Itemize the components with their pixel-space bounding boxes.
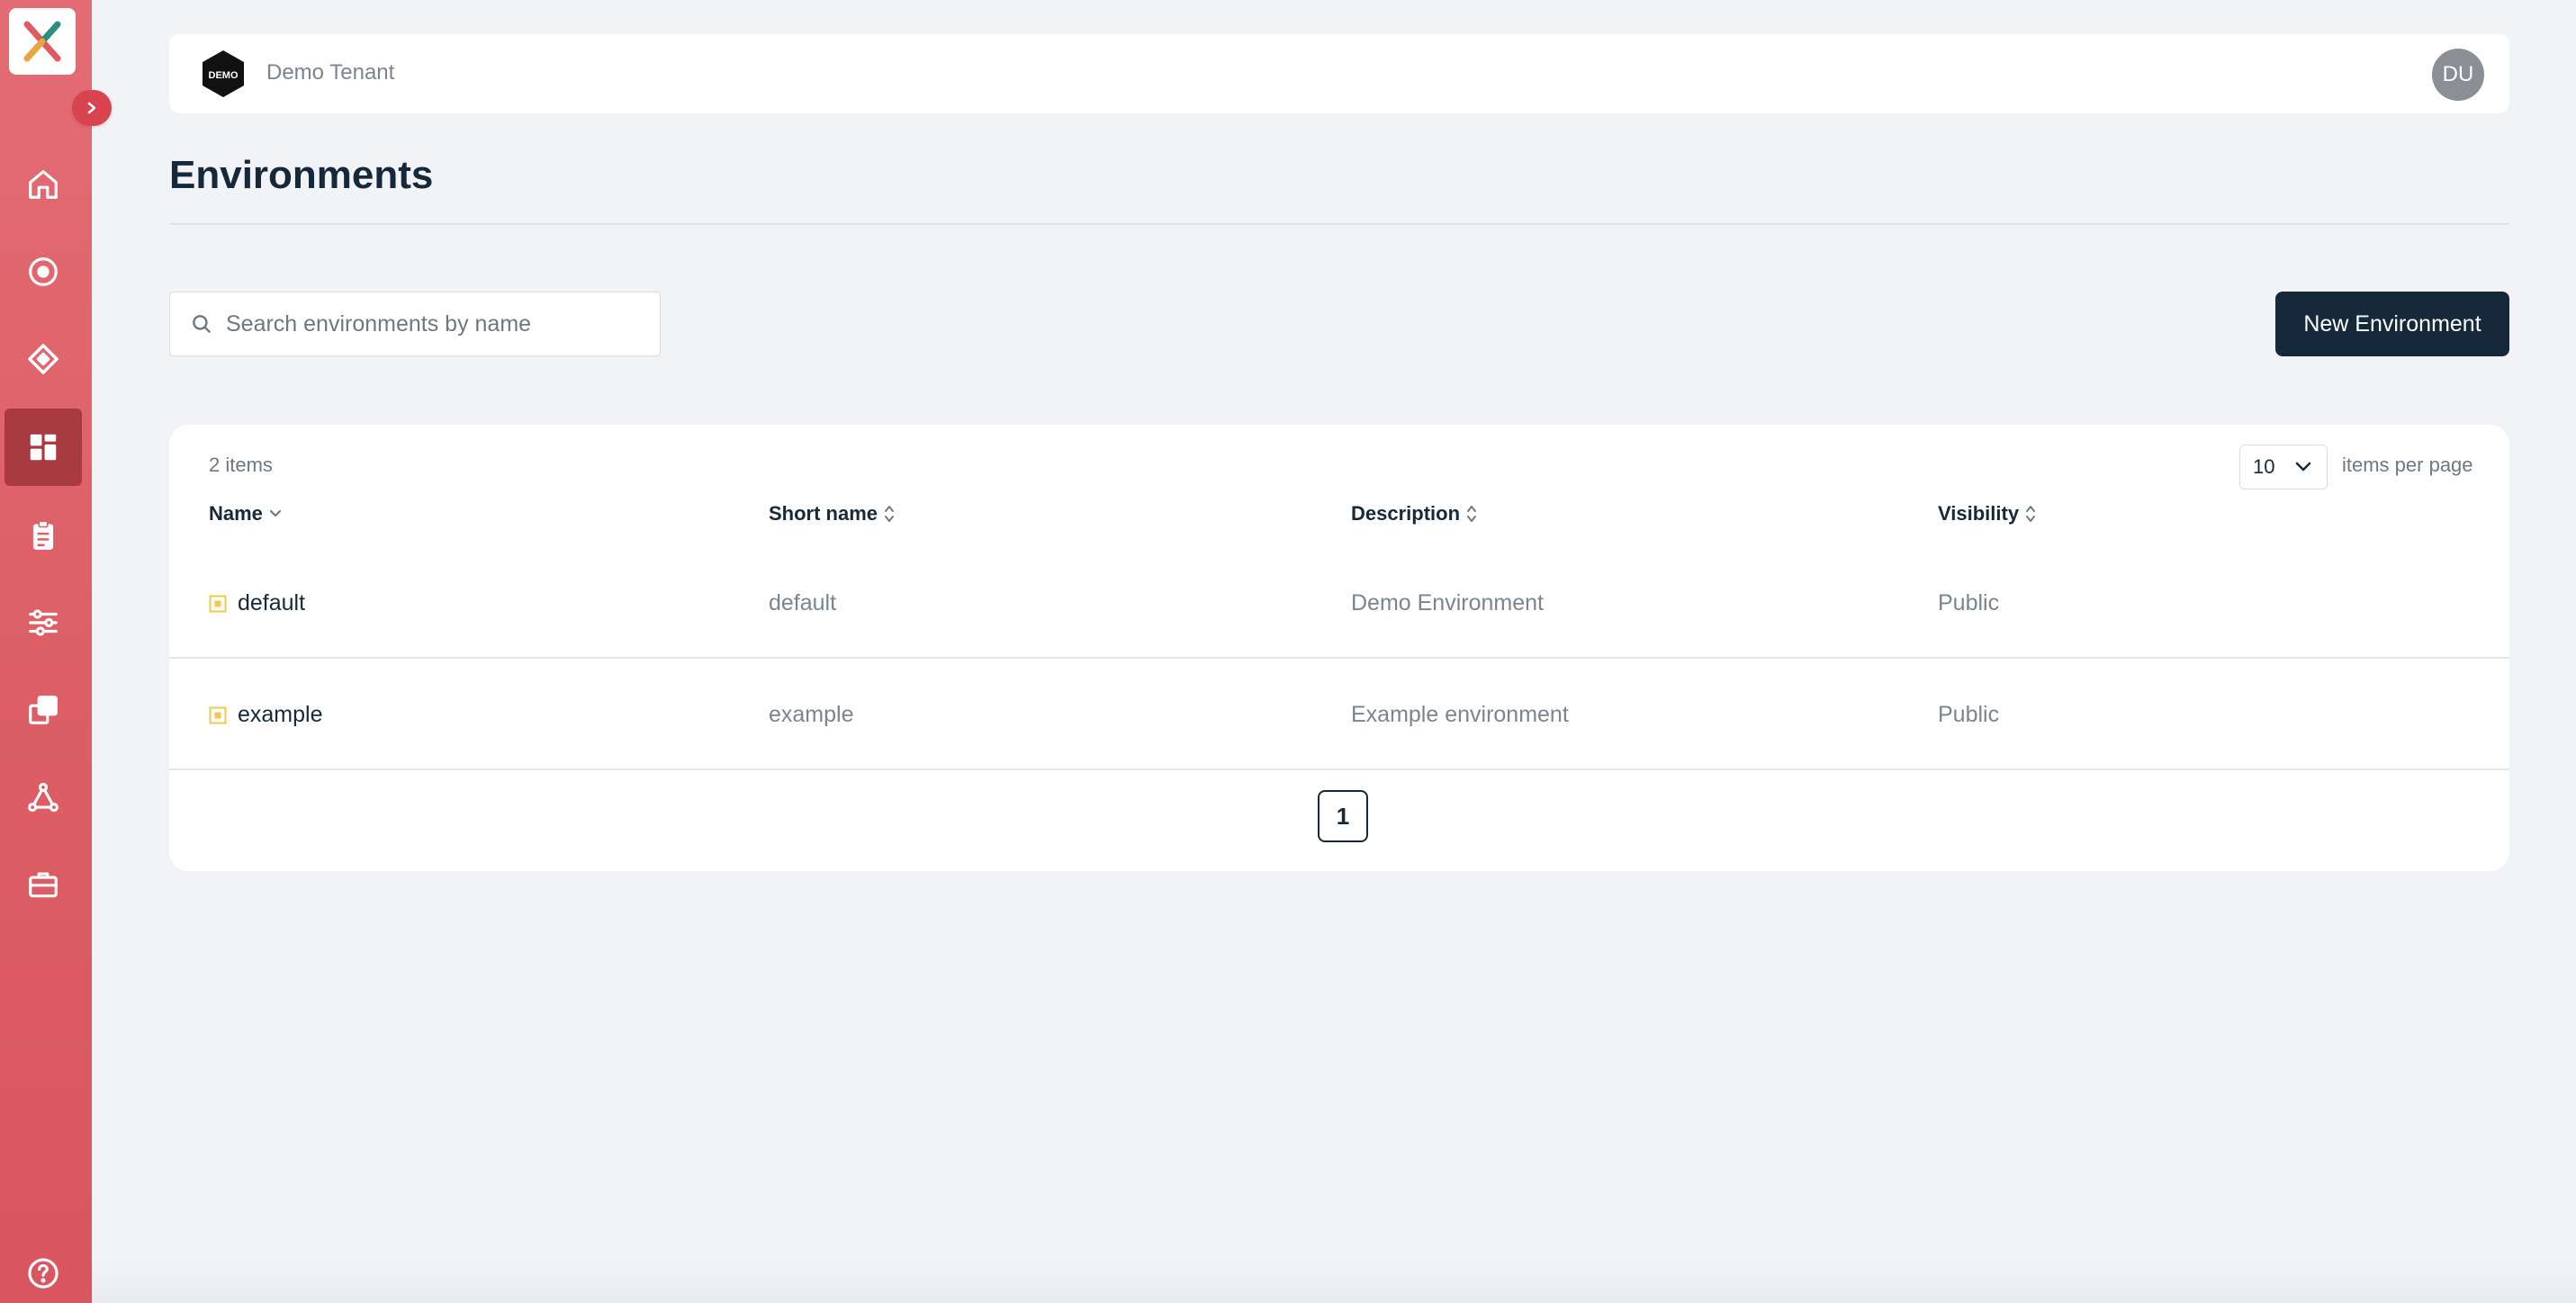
search-icon [193, 315, 211, 333]
chevron-right-icon [87, 102, 96, 114]
column-header-label: Name [209, 502, 263, 525]
visibility-cell: Public [1938, 590, 2000, 616]
nav-diamond[interactable] [5, 320, 82, 398]
toolbox-icon [29, 872, 58, 898]
nav-clipboard[interactable] [5, 497, 82, 574]
environment-icon [209, 595, 227, 612]
search-input[interactable] [226, 310, 640, 337]
sort-icon [1467, 506, 1477, 522]
diamond-icon [28, 344, 59, 374]
title-divider [169, 223, 2509, 225]
dashboard-grid-icon [30, 434, 57, 461]
nav-layers[interactable] [5, 671, 82, 749]
description-cell: Demo Environment [1351, 590, 1544, 616]
column-header-label: Description [1351, 502, 1461, 525]
tenant-logo[interactable]: DEMO [198, 49, 248, 99]
short-name-cell: default [769, 590, 837, 616]
app-logo[interactable] [9, 8, 76, 75]
new-environment-button[interactable]: New Environment [2275, 292, 2509, 356]
bottom-fade [92, 1260, 2576, 1303]
sliders-icon [29, 609, 58, 636]
column-header-visibility[interactable]: Visibility [1938, 502, 2037, 526]
environment-name: example [238, 702, 323, 727]
item-count: 2 items [209, 454, 273, 476]
visibility-cell: Public [1938, 702, 2000, 727]
column-header-description[interactable]: Description [1351, 502, 1478, 526]
sort-icon [885, 506, 895, 522]
nav-home[interactable] [5, 146, 82, 223]
per-page-select[interactable]: 10 [2239, 445, 2328, 490]
target-icon [29, 257, 58, 286]
environments-table: 2 items 10 items per page Name Short nam… [169, 425, 2509, 871]
network-icon [28, 782, 59, 813]
search-field[interactable] [169, 292, 661, 356]
nav-network[interactable] [5, 759, 82, 836]
home-icon [29, 170, 58, 199]
nav-environments[interactable] [5, 409, 82, 486]
per-page-label: items per page [2342, 454, 2473, 476]
tenant-name[interactable]: Demo Tenant [266, 60, 394, 85]
description-cell: Example environment [1351, 702, 1569, 727]
column-header-short-name[interactable]: Short name [769, 502, 896, 526]
user-avatar[interactable]: DU [2432, 49, 2484, 101]
pagination-page-button[interactable]: 1 [1318, 790, 1368, 842]
column-header-name[interactable]: Name [209, 502, 283, 526]
top-header: DEMO Demo Tenant DU [169, 34, 2509, 113]
environment-icon [209, 706, 227, 723]
logo-icon [23, 21, 61, 62]
chevron-down-icon [2295, 462, 2311, 472]
tenant-logo-text: DEMO [209, 70, 239, 81]
page-title: Environments [169, 153, 434, 197]
table-row[interactable]: default default Demo Environment Public [169, 549, 2509, 659]
column-header-label: Short name [769, 502, 878, 525]
column-header-label: Visibility [1938, 502, 2020, 525]
environment-name-cell[interactable]: example [209, 702, 323, 728]
environment-name: default [238, 590, 306, 616]
sort-descending-icon [269, 509, 282, 517]
clipboard-icon [32, 520, 54, 550]
sidebar-expand-button[interactable] [72, 90, 112, 126]
nav-target[interactable] [5, 233, 82, 310]
sidebar [0, 0, 92, 1303]
environment-name-cell[interactable]: default [209, 590, 305, 616]
table-row[interactable]: example example Example environment Publ… [169, 660, 2509, 770]
tenant-hexagon-icon: DEMO [203, 50, 244, 97]
nav-help[interactable] [5, 1235, 82, 1303]
sort-icon [2026, 506, 2036, 522]
per-page-value: 10 [2253, 455, 2275, 478]
nav-settings[interactable] [5, 584, 82, 661]
nav-toolbox[interactable] [5, 846, 82, 923]
short-name-cell: example [769, 702, 854, 727]
help-icon [28, 1258, 59, 1289]
layers-icon [29, 696, 58, 724]
